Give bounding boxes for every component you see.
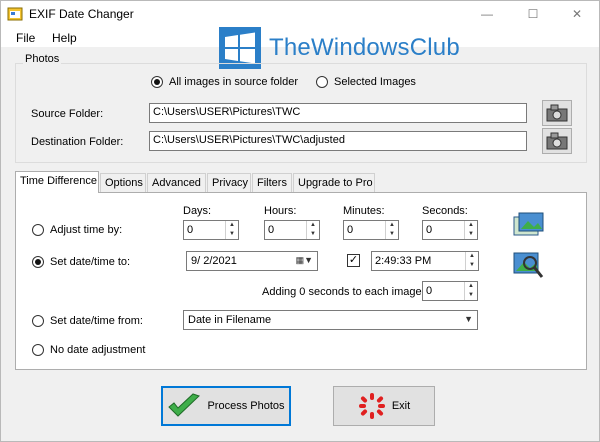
zoom-preview-button[interactable] (510, 249, 548, 283)
radio-all-images-label: All images in source folder (169, 76, 299, 88)
date-source-select[interactable]: Date in Filename ▼ (183, 310, 478, 330)
exit-button[interactable]: Exit (333, 386, 435, 426)
source-folder-label: Source Folder: (31, 108, 104, 120)
seconds-label: Seconds: (422, 205, 468, 217)
camera-icon (546, 132, 568, 150)
photos-preview-button[interactable] (510, 209, 548, 241)
radio-selected-images[interactable] (316, 76, 328, 88)
menu-help[interactable]: Help (52, 31, 77, 45)
spin-up-icon[interactable]: ▲ (465, 221, 477, 230)
destination-folder-input[interactable]: C:\Users\USER\Pictures\TWC\adjusted (149, 131, 527, 151)
set-date-from-label: Set date/time from: (50, 315, 143, 327)
tab-time-difference[interactable]: Time Difference (15, 171, 99, 193)
days-label: Days: (183, 205, 212, 217)
photos-group-label: Photos (23, 53, 62, 65)
days-value: 0 (187, 224, 194, 236)
close-icon[interactable]: ✕ (555, 1, 599, 27)
destination-folder-label: Destination Folder: (31, 136, 124, 148)
maximize-icon[interactable]: ☐ (511, 1, 555, 27)
radio-no-date-adjustment[interactable] (32, 344, 44, 356)
spin-up-icon[interactable]: ▲ (465, 282, 477, 291)
app-window: EXIF Date Changer — ☐ ✕ File Help TheWin… (0, 0, 600, 442)
radio-selected-images-label: Selected Images (334, 76, 416, 88)
spin-down-icon[interactable]: ▼ (465, 230, 477, 239)
window-title: EXIF Date Changer (29, 7, 134, 21)
source-folder-input[interactable]: C:\Users\USER\Pictures\TWC (149, 103, 527, 123)
minutes-value: 0 (347, 224, 354, 236)
app-icon (7, 7, 23, 21)
spin-down-icon[interactable]: ▼ (386, 230, 398, 239)
time-enabled-checkbox[interactable]: ✓ (347, 254, 360, 267)
spin-down-icon[interactable]: ▼ (226, 230, 238, 239)
camera-icon (546, 104, 568, 122)
date-picker[interactable]: 9/ 2/2021 ▦▼ (186, 251, 318, 271)
adjust-time-label: Adjust time by: (50, 224, 123, 236)
spin-up-icon[interactable]: ▲ (386, 221, 398, 230)
chevron-down-icon[interactable]: ▼ (464, 314, 473, 324)
spin-down-icon[interactable]: ▼ (466, 261, 478, 270)
process-photos-label: Process Photos (207, 400, 285, 412)
adding-seconds-stepper[interactable]: 0 ▲ ▼ (422, 281, 478, 301)
date-source-value: Date in Filename (188, 314, 272, 326)
spin-up-icon[interactable]: ▲ (307, 221, 319, 230)
spin-up-icon[interactable]: ▲ (466, 252, 478, 261)
hours-label: Hours: (264, 205, 297, 217)
process-photos-button[interactable]: Process Photos (161, 386, 291, 426)
checkmark-icon (168, 393, 201, 417)
title-bar: EXIF Date Changer — ☐ ✕ (1, 1, 599, 27)
time-difference-panel: Days: Hours: Minutes: Seconds: Adjust ti… (15, 192, 587, 370)
radio-set-date-time[interactable] (32, 256, 44, 268)
tab-filters[interactable]: Filters (252, 173, 292, 193)
time-picker[interactable]: 2:49:33 PM ▲ ▼ (371, 251, 479, 271)
radio-all-images[interactable] (151, 76, 163, 88)
tab-advanced[interactable]: Advanced (147, 173, 206, 193)
hours-stepper[interactable]: 0 ▲ ▼ (264, 220, 320, 240)
magnifier-icon (513, 252, 544, 278)
minutes-stepper[interactable]: 0 ▲ ▼ (343, 220, 399, 240)
spin-up-icon[interactable]: ▲ (226, 221, 238, 230)
date-value: 9/ 2/2021 (191, 255, 237, 267)
spin-down-icon[interactable]: ▼ (307, 230, 319, 239)
time-value: 2:49:33 PM (375, 255, 432, 267)
exit-label: Exit (391, 400, 411, 412)
seconds-stepper[interactable]: 0 ▲ ▼ (422, 220, 478, 240)
minutes-label: Minutes: (343, 205, 385, 217)
calendar-dropdown-icon[interactable]: ▦▼ (296, 255, 313, 266)
tab-upgrade-to-pro[interactable]: Upgrade to Pro (293, 173, 375, 193)
photos-icon (513, 212, 544, 236)
minimize-icon[interactable]: — (465, 1, 509, 27)
set-date-time-label: Set date/time to: (50, 256, 131, 268)
radio-adjust-time[interactable] (32, 224, 44, 236)
browse-source-button[interactable] (542, 100, 572, 126)
watermark-text: TheWindowsClub (269, 34, 460, 61)
exit-burst-icon (358, 393, 385, 419)
tab-options[interactable]: Options (100, 173, 146, 193)
seconds-value: 0 (426, 224, 433, 236)
menu-file[interactable]: File (16, 31, 35, 45)
spin-down-icon[interactable]: ▼ (465, 291, 477, 300)
hours-value: 0 (268, 224, 275, 236)
radio-set-date-from[interactable] (32, 315, 44, 327)
adding-seconds-value: 0 (426, 285, 433, 297)
browse-destination-button[interactable] (542, 128, 572, 154)
no-date-adjustment-label: No date adjustment (50, 344, 146, 356)
adding-seconds-label: Adding 0 seconds to each image (262, 286, 422, 298)
tab-privacy[interactable]: Privacy (207, 173, 251, 193)
days-stepper[interactable]: 0 ▲ ▼ (183, 220, 239, 240)
